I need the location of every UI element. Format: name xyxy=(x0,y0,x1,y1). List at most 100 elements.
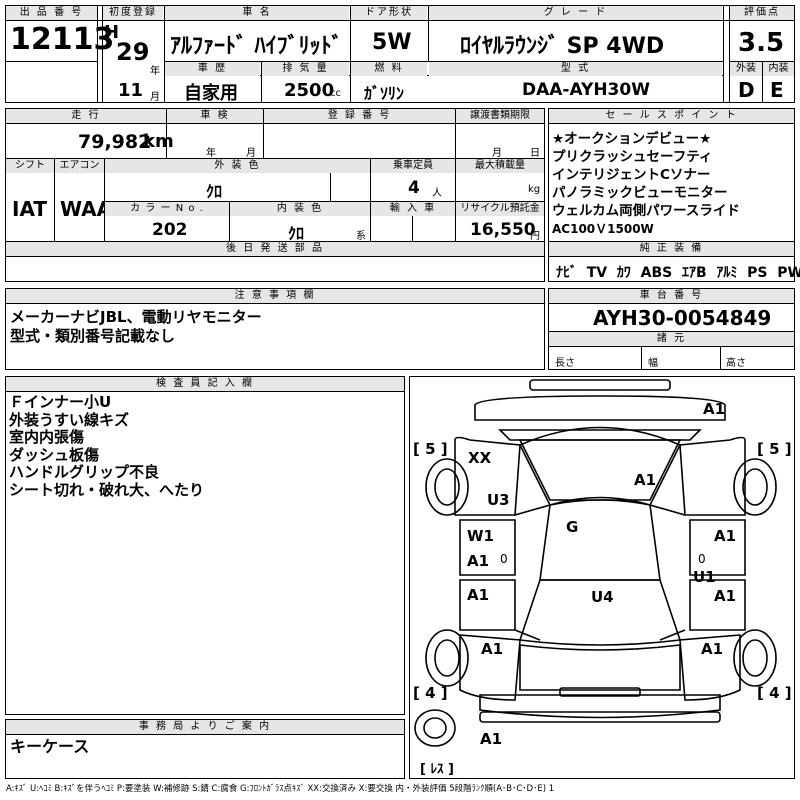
left-rear-pillar-line xyxy=(514,629,541,641)
car-name-label: 車 名 xyxy=(165,6,349,20)
recycle: 16,550 xyxy=(470,220,536,240)
right-pillar-line xyxy=(649,504,686,516)
office-label: 事 務 局 よ り ご 案 内 xyxy=(6,720,404,734)
office-text: キーケース xyxy=(10,737,90,756)
damage-mark-u3: U3 xyxy=(487,491,510,509)
front-bumper-outline xyxy=(474,395,726,421)
int-color-unit: 系 xyxy=(356,231,366,242)
spare-tire-outline xyxy=(414,709,456,747)
tire-front-right-outline xyxy=(733,458,777,516)
tire-rear-left-hub xyxy=(434,639,460,677)
year-unit: 年 xyxy=(150,66,160,77)
cautions-text: メーカーナビJBL、電動リヤモニター 型式・類別番号記載なし xyxy=(10,308,262,346)
tailgate-outline xyxy=(519,644,681,691)
score: 3.5 xyxy=(738,28,785,58)
front-emblem-outline xyxy=(529,379,671,391)
equipment-label: 純 正 装 備 xyxy=(549,242,794,256)
displacement-unit: cc xyxy=(330,88,341,99)
inspector-line: 外装うすい線キズ xyxy=(9,410,130,429)
sales-point: AC100Ｖ1500W xyxy=(552,222,654,236)
first-reg-label: 初度登録 xyxy=(103,6,163,20)
door-type: 5W xyxy=(372,30,412,55)
caution-line: 型式・類別番号記載なし xyxy=(10,327,176,345)
car-diagram xyxy=(414,379,777,747)
sales-point: ★オークションデビュー★ xyxy=(552,131,712,147)
damage-mark-w1: W1 xyxy=(467,527,494,545)
equipment-item: PS xyxy=(747,265,768,281)
damage-mark-u4: U4 xyxy=(591,588,614,606)
inspector-line: Ｆインナー小U xyxy=(9,393,112,411)
month-unit: 月 xyxy=(150,92,160,103)
reg-year: 29 xyxy=(116,38,150,66)
equipment-item: TV xyxy=(586,265,608,281)
left-pillar-line xyxy=(514,504,551,516)
color-no: 202 xyxy=(152,220,188,240)
reg-month: 11 xyxy=(118,80,144,101)
tire-front-left-tread: [ 5 ] xyxy=(413,440,448,458)
sales-point: パノラミックビューモニター xyxy=(552,185,728,201)
inspector-line: シート切れ・破れ大、へたり xyxy=(9,480,205,499)
inspection-month-unit: 月 xyxy=(246,148,256,159)
transfer-month-unit: 月 xyxy=(492,148,502,159)
load-label: 最大積載量 xyxy=(456,159,544,173)
exterior-score: D xyxy=(738,78,755,102)
damage-mark-right-rear-door: A1 xyxy=(714,587,737,605)
hood-outline xyxy=(518,439,682,501)
tire-rear-right-hub xyxy=(742,639,768,677)
spare-tire-status: [ ﾚｽ ] xyxy=(420,762,454,777)
equipment-item: PW xyxy=(777,265,800,281)
equipment-item: ｴｱB xyxy=(681,265,707,281)
damage-mark-left-front-door: A1 xyxy=(467,552,490,570)
fuel-label: 燃 料 xyxy=(351,62,427,76)
seats-label: 乗車定員 xyxy=(371,159,455,173)
tire-rear-left-outline xyxy=(425,629,469,687)
equipment-list: ﾅﾋﾞ TV ｶﾜ ABS ｴｱB ｱﾙﾐ PS PW xyxy=(556,262,800,282)
damage-mark-glass: G xyxy=(566,518,579,536)
seats-unit: 人 xyxy=(432,188,442,199)
score-label: 評価点 xyxy=(730,6,794,20)
door-label: ドア形状 xyxy=(351,6,427,20)
fuel: ｶﾞｿﾘﾝ xyxy=(364,84,405,103)
exterior-label: 外装 xyxy=(730,62,762,76)
seats: 4 xyxy=(408,178,420,198)
windshield-outline xyxy=(518,426,682,506)
inspection-year-unit: 年 xyxy=(206,148,216,159)
spare-tire-hub xyxy=(423,717,447,739)
ac-label: エアコン xyxy=(55,159,104,173)
model-code: DAA-AYH30W xyxy=(522,80,650,100)
legend: A:ｷｽﾞ U:ﾍｺﾐ B:ｷｽﾞを伴うﾍｺﾐ P:要塗装 W:補修跡 S:錆 … xyxy=(6,784,555,794)
sales-points-list: ★オークションデビュー★ プリクラッシュセーフティ インテリジェントCソナー パ… xyxy=(552,130,740,238)
shift: IAT xyxy=(12,197,48,221)
inspector-line: ハンドルグリップ不良 xyxy=(9,463,160,481)
grade-label: グ レ ー ド xyxy=(429,6,722,20)
caution-line: メーカーナビJBL、電動リヤモニター xyxy=(10,308,262,326)
tire-rear-left-tread: [ 4 ] xyxy=(413,684,448,702)
tire-front-left-outline xyxy=(425,458,469,516)
cautions-label: 注 意 事 項 欄 xyxy=(6,289,544,303)
inspector-line: 室内内張傷 xyxy=(9,428,85,446)
color-no-label: カ ラ ー N o . xyxy=(105,202,229,216)
equipment-item: ｶﾜ xyxy=(616,265,631,281)
ext-color-label: 外 装 色 xyxy=(105,159,370,173)
damage-mark-u1: U1 xyxy=(693,568,716,586)
spec-label: 諸 元 xyxy=(549,332,794,346)
right-rear-pillar-line xyxy=(659,629,686,641)
roof-outline xyxy=(539,499,661,581)
zero-right: 0 xyxy=(698,552,706,566)
equipment-item: ABS xyxy=(640,265,673,281)
front-grille-outline xyxy=(498,429,702,441)
tire-rear-right-tread: [ 4 ] xyxy=(757,684,792,702)
import-label: 輸 入 車 xyxy=(371,202,455,216)
transfer-label: 譲渡書類期限 xyxy=(456,109,544,123)
chassis-number: AYH30-0054849 xyxy=(593,306,772,330)
inspector-notes: Ｆインナー小U 外装うすい線キズ 室内内張傷 ダッシュ板傷 ハンドルグリップ不良… xyxy=(9,393,205,499)
equipment-item: ﾅﾋﾞ xyxy=(556,265,577,281)
sales-point: インテリジェントCソナー xyxy=(552,167,711,183)
inspection-label: 車 検 xyxy=(167,109,263,123)
displacement-label: 排 気 量 xyxy=(262,62,349,76)
rear-bumper-outline xyxy=(479,694,721,719)
sales-points-label: セ ー ル ス ポ イ ン ト xyxy=(549,109,794,123)
displacement: 2500 xyxy=(284,80,335,101)
shift-label: シフト xyxy=(6,159,54,173)
recycle-unit: 円 xyxy=(530,231,540,242)
